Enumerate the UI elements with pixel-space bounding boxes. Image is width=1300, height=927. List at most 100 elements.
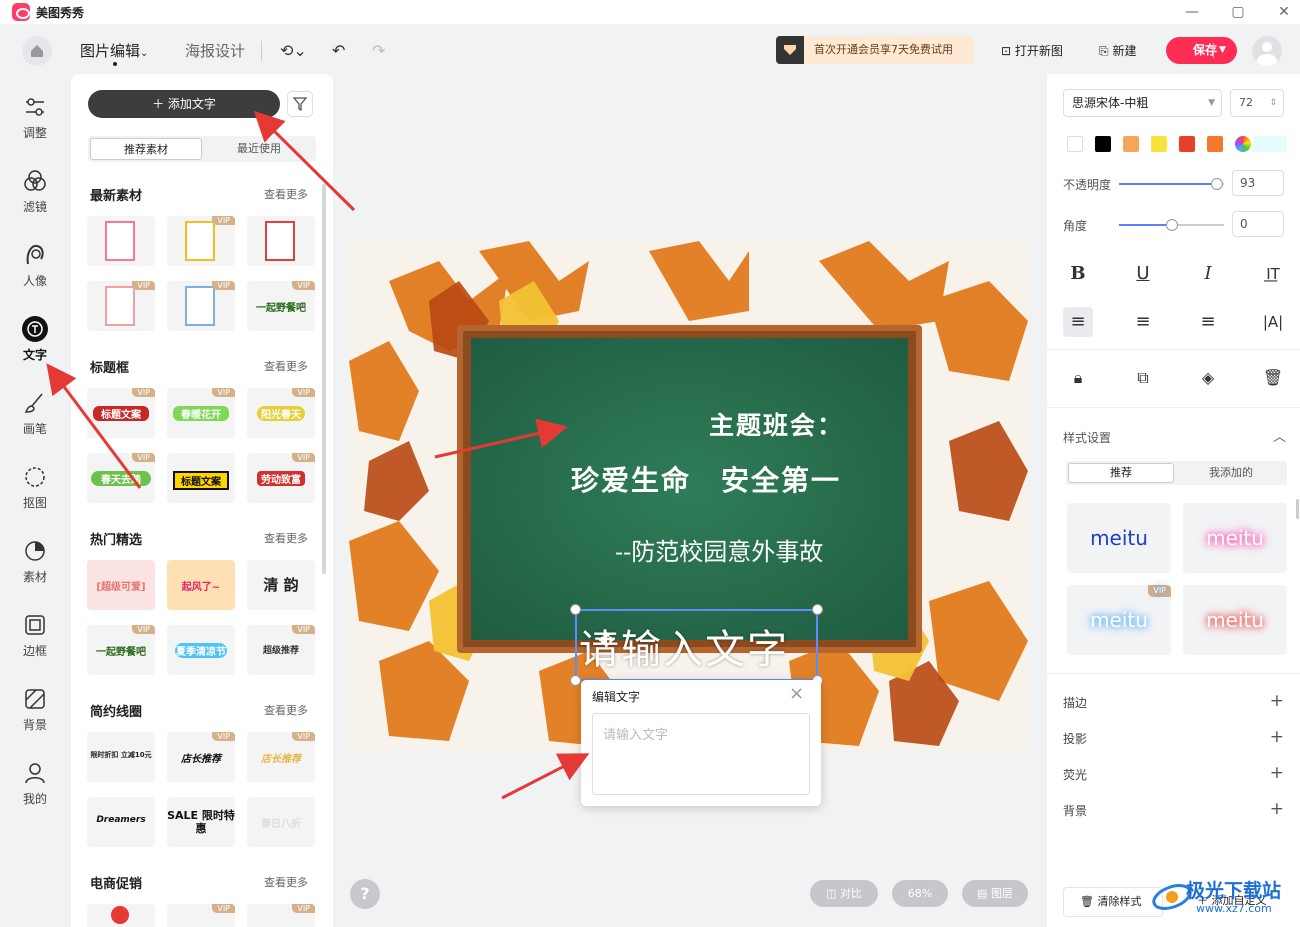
style-tab-mine[interactable]: 我添加的	[1178, 463, 1284, 483]
material-thumb[interactable]: VIP	[87, 281, 155, 331]
glow-option[interactable]: 荧光 +	[1063, 763, 1284, 783]
material-thumb[interactable]: [超级可爱]	[87, 560, 155, 610]
slider-knob[interactable]	[1166, 219, 1178, 231]
resize-handle[interactable]	[570, 604, 581, 615]
nav-filter[interactable]: 滤镜	[0, 168, 70, 228]
material-thumb[interactable]: 阳光春天 VIP	[247, 388, 315, 438]
font-size-input[interactable]: 72 ⇕	[1230, 89, 1284, 117]
undo-icon[interactable]: ↶	[332, 41, 345, 60]
close-window-icon[interactable]: ✕	[1269, 2, 1299, 22]
italic-icon[interactable]: I	[1193, 259, 1223, 289]
opacity-slider[interactable]	[1119, 178, 1224, 190]
background-option[interactable]: 背景 +	[1063, 799, 1284, 819]
material-thumb[interactable]: 限时折扣 立减10元	[87, 732, 155, 782]
material-thumb[interactable]	[87, 904, 155, 927]
zoom-level[interactable]: 68%	[892, 880, 948, 907]
style-preset-blue-glow[interactable]: meitu VIP	[1067, 585, 1171, 655]
font-family-select[interactable]: 思源宋体-中粗 ▼	[1063, 89, 1222, 117]
material-thumb[interactable]: VIP	[167, 904, 235, 927]
collapse-icon[interactable]: ︿	[1273, 426, 1286, 445]
nav-border[interactable]: 边框	[0, 612, 70, 672]
underline-icon[interactable]: U	[1128, 259, 1158, 289]
opacity-input[interactable]: 93	[1232, 170, 1284, 196]
material-thumb[interactable]: SALE 限时特惠	[167, 797, 235, 847]
align-left-icon[interactable]: ≡	[1063, 307, 1093, 337]
trash-icon[interactable]: 🗑︎	[1258, 363, 1288, 393]
color-swatch-red[interactable]	[1179, 136, 1195, 152]
see-more-link[interactable]: 查看更多	[264, 874, 308, 890]
material-thumb[interactable]: VIP	[247, 904, 315, 927]
duplicate-icon[interactable]: ⧉	[1128, 363, 1158, 393]
nav-cutout[interactable]: 抠图	[0, 464, 70, 524]
close-icon[interactable]: ×	[789, 683, 804, 704]
style-tab-recommended[interactable]: 推荐	[1068, 463, 1174, 483]
stroke-option[interactable]: 描边 +	[1063, 691, 1284, 711]
home-button[interactable]	[22, 36, 52, 66]
maximize-icon[interactable]: ▢	[1223, 2, 1253, 22]
nav-material[interactable]: 素材	[0, 538, 70, 598]
lock-icon[interactable]: 🔒︎	[1063, 363, 1093, 393]
angle-input[interactable]: 0	[1232, 211, 1284, 237]
nav-mine[interactable]: 我的	[0, 760, 70, 820]
minimize-icon[interactable]: —	[1177, 2, 1207, 22]
nav-brush[interactable]: 画笔	[0, 390, 70, 450]
material-thumb[interactable]: 店长推荐 VIP	[167, 732, 235, 782]
add-text-button[interactable]: ＋ 添加文字	[88, 90, 280, 118]
save-button[interactable]: 保存 ▼	[1166, 37, 1237, 64]
tab-recent[interactable]: 最近使用	[204, 138, 314, 160]
see-more-link[interactable]: 查看更多	[264, 358, 308, 374]
material-thumb[interactable]: 清 韵	[247, 560, 315, 610]
resize-handle[interactable]	[812, 604, 823, 615]
current-color-preview[interactable]	[1253, 136, 1287, 152]
color-swatch-white[interactable]	[1067, 136, 1083, 152]
align-right-icon[interactable]: ≡	[1193, 307, 1223, 337]
edit-text-input[interactable]	[592, 713, 810, 795]
color-swatch-orange[interactable]	[1207, 136, 1223, 152]
material-thumb[interactable]: 标题文案	[167, 453, 235, 503]
help-button[interactable]: ?	[350, 879, 380, 909]
shadow-option[interactable]: 投影 +	[1063, 727, 1284, 747]
see-more-link[interactable]: 查看更多	[264, 186, 308, 202]
panel-scrollbar[interactable]	[322, 184, 326, 574]
material-thumb[interactable]	[87, 216, 155, 266]
material-thumb[interactable]: 起风了~	[167, 560, 235, 610]
compare-button[interactable]: ◫ 对比	[810, 880, 878, 907]
material-thumb[interactable]: VIP	[167, 281, 235, 331]
material-thumb[interactable]: 店长推荐 VIP	[247, 732, 315, 782]
tab-recommended[interactable]: 推荐素材	[90, 138, 202, 160]
clear-style-button[interactable]: 🗑︎ 清除样式	[1063, 887, 1163, 917]
bold-icon[interactable]: B	[1063, 259, 1093, 289]
filter-button[interactable]	[287, 91, 313, 117]
new-button[interactable]: ⎘ 新建	[1099, 42, 1136, 59]
style-preset-blue[interactable]: meitu	[1067, 503, 1171, 573]
history-icon[interactable]: ⟲⌄	[280, 41, 307, 60]
style-scrollbar[interactable]	[1296, 499, 1299, 519]
redo-icon[interactable]: ↷	[372, 41, 385, 60]
material-thumb[interactable]: VIP	[167, 216, 235, 266]
color-swatch-black[interactable]	[1095, 136, 1111, 152]
layers-button[interactable]: ▤ 图层	[962, 880, 1028, 907]
open-new-image-button[interactable]: ⊡ 打开新图	[1001, 42, 1063, 59]
tab-poster-design[interactable]: 海报设计	[185, 40, 245, 61]
material-thumb[interactable]: Dreamers	[87, 797, 155, 847]
nav-portrait[interactable]: 人像	[0, 242, 70, 302]
material-thumb[interactable]: 超级推荐 VIP	[247, 625, 315, 675]
material-thumb[interactable]: 春暖花开 VIP	[167, 388, 235, 438]
chevron-down-icon[interactable]: ▼	[1219, 37, 1226, 64]
layers-icon[interactable]: ◈	[1193, 363, 1223, 393]
material-thumb[interactable]	[247, 216, 315, 266]
tab-image-edit[interactable]: 图片编辑⌄	[80, 40, 148, 61]
slider-knob[interactable]	[1211, 178, 1223, 190]
style-preset-red-glow[interactable]: meitu	[1183, 585, 1287, 655]
material-thumb[interactable]: 春天去踏 VIP	[87, 453, 155, 503]
material-thumb[interactable]: 春日八折	[247, 797, 315, 847]
nav-background[interactable]: 背景	[0, 686, 70, 746]
material-thumb[interactable]: 一起野餐吧 VIP	[247, 281, 315, 331]
color-swatch-yellow[interactable]	[1151, 136, 1167, 152]
nav-adjust[interactable]: 调整	[0, 94, 70, 154]
material-thumb[interactable]: 标题文案 VIP	[87, 388, 155, 438]
color-swatch-orange-light[interactable]	[1123, 136, 1139, 152]
material-thumb[interactable]: 劳动致富 VIP	[247, 453, 315, 503]
see-more-link[interactable]: 查看更多	[264, 702, 308, 718]
resize-handle[interactable]	[570, 675, 581, 686]
